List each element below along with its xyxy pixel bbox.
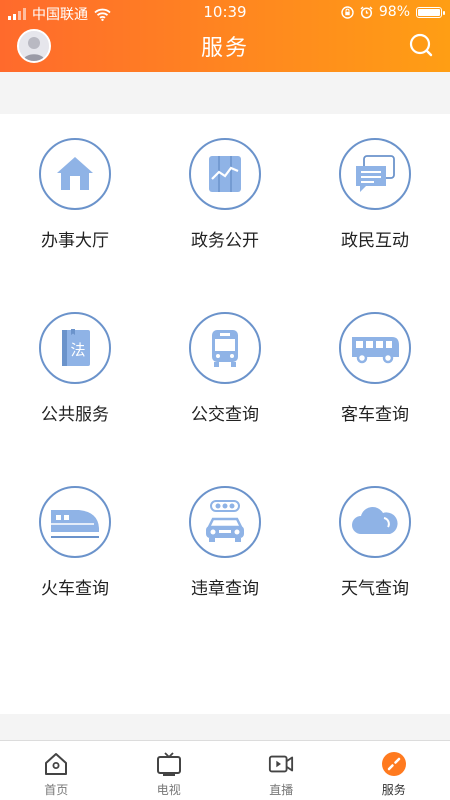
bus-front-icon (189, 312, 261, 384)
train-icon (39, 486, 111, 558)
service-label: 客车查询 (341, 405, 409, 425)
traffic-car-icon (189, 486, 261, 558)
app-header: 中国联通 10:39 98% 服务 (0, 0, 450, 72)
tab-tv[interactable]: 电视 (113, 741, 226, 800)
service-violation[interactable]: 违章查询 (150, 462, 300, 636)
tab-label: 服务 (381, 783, 406, 797)
tab-label: 首页 (44, 783, 69, 797)
search-button[interactable] (408, 32, 434, 58)
cloud-icon (339, 486, 411, 558)
service-label: 政民互动 (341, 231, 409, 251)
compass-icon (381, 751, 407, 777)
service-coach[interactable]: 客车查询 (300, 288, 450, 462)
tab-service[interactable]: 服务 (338, 741, 450, 800)
main-content: 办事大厅 政务公开 政民互动 法 公共服务 公交查询 客车查询 火车查询 违章查… (0, 72, 450, 740)
chat-bubbles-icon (339, 138, 411, 210)
service-gov-affairs[interactable]: 政务公开 (150, 114, 300, 288)
search-icon (409, 33, 433, 57)
status-bar: 中国联通 10:39 98% (0, 0, 450, 26)
page-title: 服务 (200, 36, 249, 61)
video-icon (268, 751, 294, 777)
service-office-hall[interactable]: 办事大厅 (0, 114, 150, 288)
law-book-icon: 法 (39, 312, 111, 384)
service-label: 火车查询 (41, 579, 109, 599)
svg-text:法: 法 (70, 341, 85, 359)
service-label: 政务公开 (191, 231, 259, 251)
tab-home[interactable]: 首页 (0, 741, 113, 800)
service-bus[interactable]: 公交查询 (150, 288, 300, 462)
alarm-icon (360, 6, 373, 19)
service-label: 天气查询 (341, 579, 409, 599)
service-label: 办事大厅 (41, 231, 109, 251)
service-interaction[interactable]: 政民互动 (300, 114, 450, 288)
service-label: 违章查询 (191, 579, 259, 599)
coach-bus-icon (339, 312, 411, 384)
service-label: 公交查询 (191, 405, 259, 425)
service-train[interactable]: 火车查询 (0, 462, 150, 636)
bottom-tab-bar: 首页 电视 直播 服务 (0, 740, 450, 800)
tv-icon (156, 751, 182, 777)
battery-icon (416, 6, 445, 18)
service-grid: 办事大厅 政务公开 政民互动 法 公共服务 公交查询 客车查询 火车查询 违章查… (0, 114, 450, 636)
service-weather[interactable]: 天气查询 (300, 462, 450, 636)
tab-label: 电视 (156, 783, 181, 797)
orientation-lock-icon (341, 5, 354, 19)
tab-label: 直播 (269, 783, 294, 797)
tab-live[interactable]: 直播 (225, 741, 338, 800)
service-label: 公共服务 (41, 405, 109, 425)
home-icon (43, 751, 69, 777)
house-icon (39, 138, 111, 210)
battery-percent: 98% (378, 4, 410, 20)
service-panel: 办事大厅 政务公开 政民互动 法 公共服务 公交查询 客车查询 火车查询 违章查… (0, 114, 450, 714)
chart-board-icon (189, 138, 261, 210)
service-public[interactable]: 法 公共服务 (0, 288, 150, 462)
